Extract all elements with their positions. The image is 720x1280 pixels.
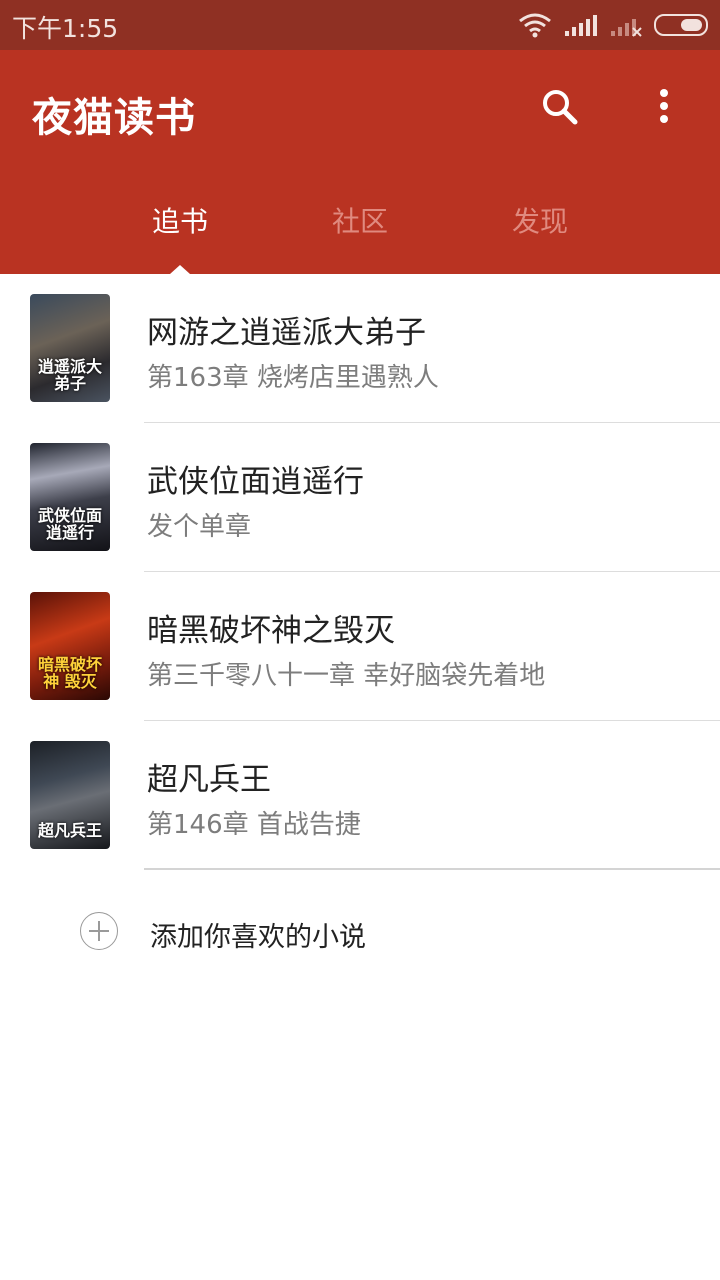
book-title: 武侠位面逍遥行 — [147, 464, 364, 500]
tab-indicator — [170, 265, 190, 274]
status-bar: 下午1:55 — [0, 0, 720, 50]
book-cover: 超凡兵王 — [30, 741, 110, 849]
search-icon — [543, 90, 578, 125]
book-latest-chapter: 第146章 首战告捷 — [147, 810, 361, 840]
battery-icon — [654, 14, 708, 36]
tab-community[interactable]: 社区 — [290, 200, 430, 240]
tab-following[interactable]: 追书 — [110, 200, 250, 240]
divider — [144, 868, 720, 870]
book-latest-chapter: 第163章 烧烤店里遇熟人 — [147, 363, 439, 393]
book-title: 暗黑破坏神之毁灭 — [147, 613, 395, 649]
tab-discover[interactable]: 发现 — [470, 200, 610, 240]
book-cover: 武侠位面逍遥行 — [30, 443, 110, 551]
more-vert-icon — [660, 89, 668, 123]
add-circle-icon — [80, 912, 118, 950]
search-button[interactable] — [530, 75, 590, 135]
more-options-button[interactable] — [634, 75, 694, 135]
cover-text: 暗黑破坏神 毁灭 — [37, 655, 102, 691]
tab-bar: 追书 社区 发现 — [0, 190, 720, 274]
book-cover: 逍遥派大弟子 — [30, 294, 110, 402]
signal-no-service-icon — [611, 19, 642, 37]
status-time: 下午1:55 — [12, 14, 119, 43]
cover-text: 武侠位面逍遥行 — [37, 506, 102, 542]
list-item[interactable]: 武侠位面逍遥行 武侠位面逍遥行 发个单章 — [0, 423, 720, 572]
signal-icon — [565, 15, 597, 36]
book-latest-chapter: 发个单章 — [147, 512, 252, 542]
book-cover: 暗黑破坏神 毁灭 — [30, 592, 110, 700]
wifi-icon — [519, 13, 551, 38]
list-item[interactable]: 逍遥派大弟子 网游之逍遥派大弟子 第163章 烧烤店里遇熟人 — [0, 274, 720, 423]
book-title: 网游之逍遥派大弟子 — [147, 315, 426, 351]
book-title: 超凡兵王 — [147, 762, 271, 798]
cover-text: 超凡兵王 — [37, 821, 102, 840]
list-item[interactable]: 超凡兵王 超凡兵王 第146章 首战告捷 — [0, 721, 720, 870]
list-item[interactable]: 暗黑破坏神 毁灭 暗黑破坏神之毁灭 第三千零八十一章 幸好脑袋先着地 — [0, 572, 720, 721]
add-novel-label: 添加你喜欢的小说 — [150, 922, 366, 953]
add-novel-button[interactable]: 添加你喜欢的小说 — [0, 875, 720, 985]
app-title: 夜猫读书 — [32, 94, 196, 141]
app-bar: 夜猫读书 追书 社区 发现 — [0, 50, 720, 274]
cover-text: 逍遥派大弟子 — [37, 357, 102, 393]
book-latest-chapter: 第三千零八十一章 幸好脑袋先着地 — [147, 661, 546, 691]
book-list: 逍遥派大弟子 网游之逍遥派大弟子 第163章 烧烤店里遇熟人 武侠位面逍遥行 武… — [0, 274, 720, 870]
